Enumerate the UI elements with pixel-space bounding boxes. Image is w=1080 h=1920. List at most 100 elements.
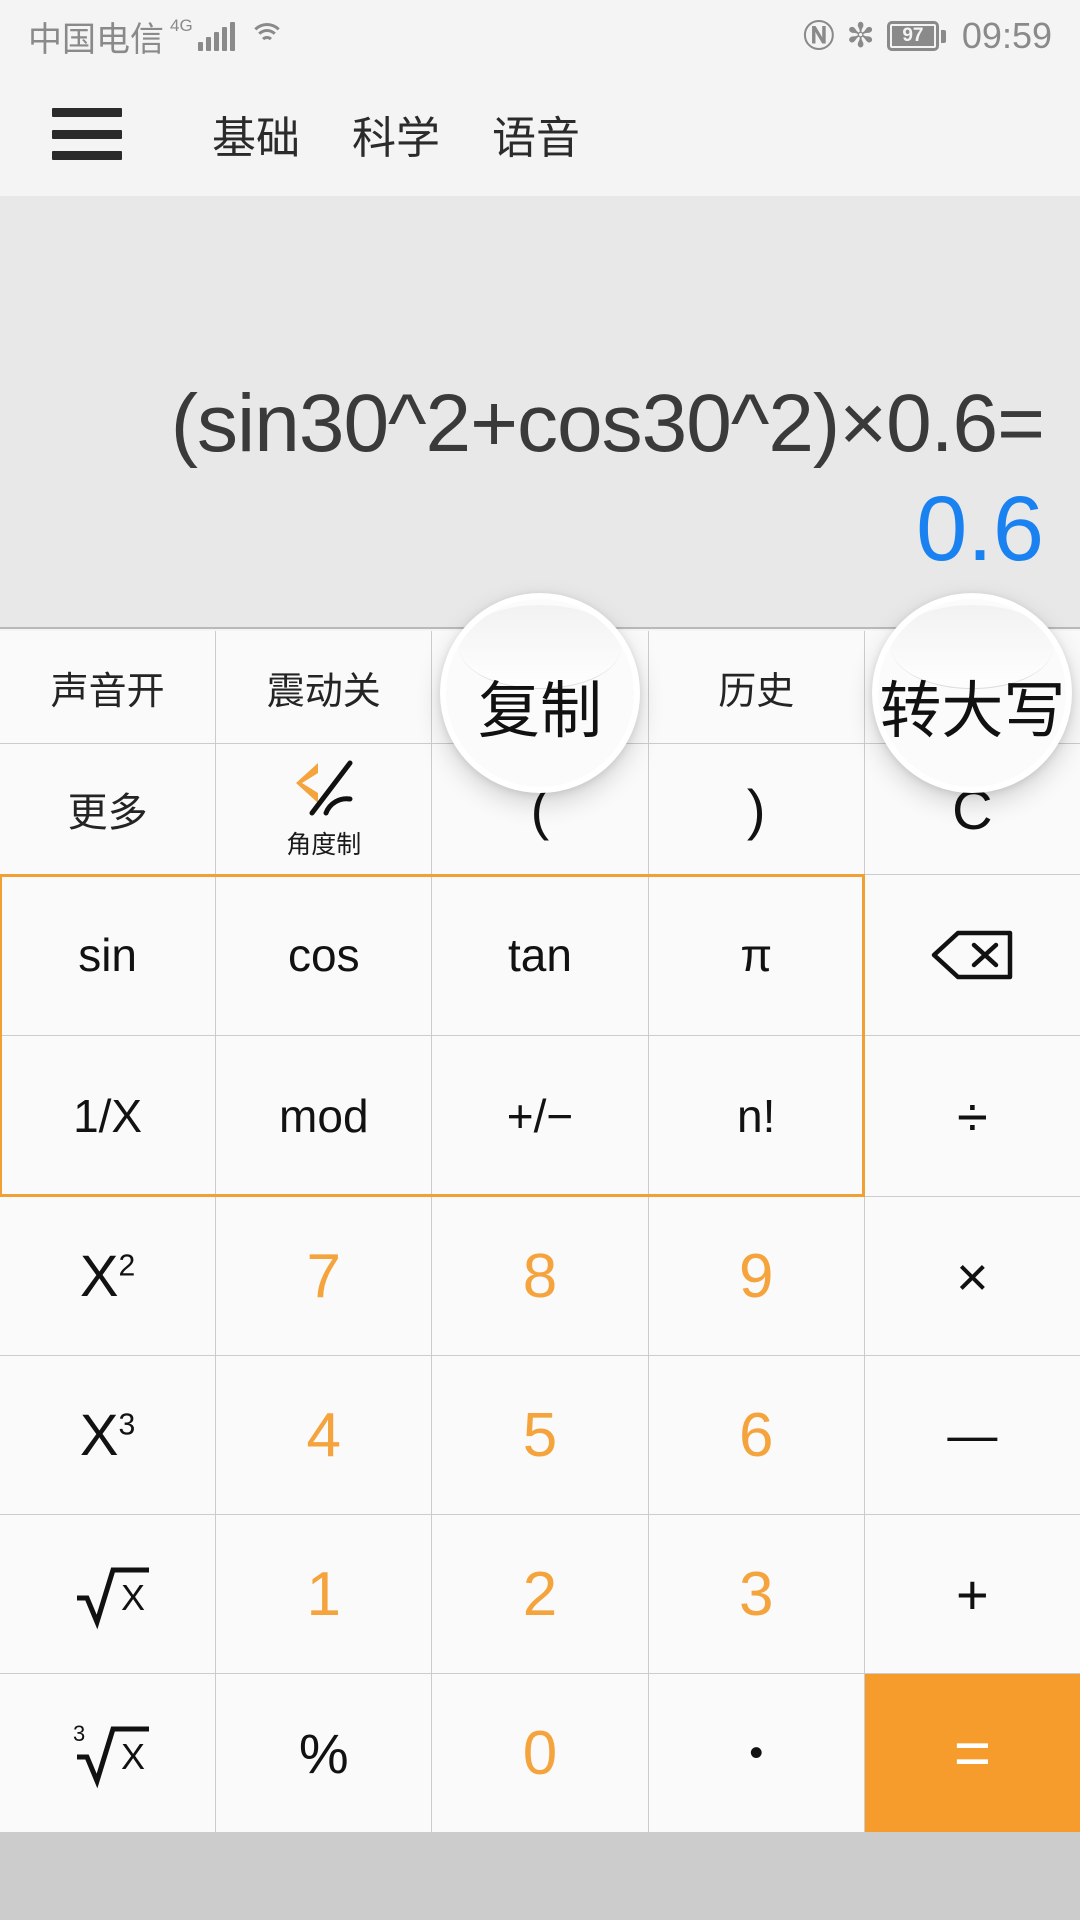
sign-toggle-key[interactable]: +/−	[432, 1036, 648, 1196]
square-key[interactable]: X2x²	[0, 1197, 216, 1355]
angle-mode-label: 角度制	[286, 831, 362, 859]
key-label: X2	[79, 1243, 136, 1309]
sin-key[interactable]: sin	[0, 875, 216, 1035]
key-label: 声音开	[50, 670, 165, 713]
keypad-grid: 声音开震动关复制历史转大写更多角度制()Csincostanπ⌫1/Xmod+/…	[0, 631, 1080, 1920]
battery-icon: 97	[886, 21, 946, 51]
key-label: 0	[522, 1718, 558, 1788]
backspace-key[interactable]: ⌫	[864, 875, 1080, 1035]
key-label: •	[749, 1730, 764, 1775]
battery-percent-label: 97	[891, 25, 934, 46]
key-label: —	[947, 1407, 998, 1463]
key-label: 震动关	[266, 670, 381, 713]
key-label: X3	[79, 1402, 136, 1468]
result-text: 0.6	[916, 478, 1044, 580]
history-button[interactable]: 历史	[648, 631, 864, 743]
key-label: 1	[306, 1559, 342, 1629]
key-label: 1/X	[73, 1090, 143, 1142]
tab-scientific[interactable]: 科学	[326, 72, 466, 196]
magnifier-to-uppercase-label: 转大写	[879, 677, 1066, 746]
tab-basic[interactable]: 基础	[186, 72, 326, 196]
radical-icon: X3	[73, 1721, 149, 1789]
plus-key[interactable]: +	[864, 1515, 1080, 1673]
expression-text: (sin30^2+cos30^2)×0.6=	[170, 378, 1045, 469]
wifi-icon	[248, 21, 285, 51]
clock-label: 09:59	[961, 15, 1052, 56]
key-label: %	[298, 1721, 349, 1785]
key-label: 7	[306, 1241, 342, 1311]
key-label: =	[953, 1717, 992, 1789]
divide-key[interactable]: ÷	[864, 1036, 1080, 1196]
key-label: π	[740, 929, 773, 981]
nfc-icon: Ⓝ	[803, 18, 835, 54]
factorial-key[interactable]: n!	[648, 1036, 864, 1196]
digit-4-key[interactable]: 4	[216, 1356, 432, 1514]
pi-key[interactable]: π	[648, 875, 864, 1035]
radical-icon: X	[76, 1567, 149, 1630]
key-label: 9	[738, 1241, 774, 1311]
key-label: +/−	[506, 1090, 574, 1142]
status-bar-left: 中国电信 4G	[28, 12, 285, 61]
key-label: 5	[522, 1400, 558, 1470]
sound-toggle[interactable]: 声音开	[0, 631, 216, 743]
key-label: sin	[78, 929, 137, 981]
percent-key[interactable]: %	[216, 1674, 432, 1832]
reciprocal-key[interactable]: 1/X	[0, 1036, 216, 1196]
key-label: 4	[306, 1400, 342, 1470]
svg-text:X: X	[121, 1736, 145, 1777]
digit-1-key[interactable]: 1	[216, 1515, 432, 1673]
key-label: ÷	[957, 1084, 988, 1148]
backspace-icon	[932, 930, 1013, 980]
cos-key[interactable]: cos	[216, 875, 432, 1035]
key-label: )	[746, 777, 766, 841]
tab-bar: 基础 科学 语音	[0, 72, 1080, 196]
key-label: n!	[737, 1090, 776, 1142]
bluetooth-icon: ✼	[846, 17, 875, 55]
angle-mode-button[interactable]: 角度制	[216, 744, 432, 874]
angle-glyph-icon	[295, 760, 353, 816]
digit-0-key[interactable]: 0	[432, 1674, 648, 1832]
network-type-label: 4G	[170, 16, 193, 35]
key-label: 6	[738, 1400, 774, 1470]
status-bar: 中国电信 4G Ⓝ ✼ 97 09:59	[0, 0, 1080, 72]
key-label: 8	[522, 1241, 558, 1311]
square-root-key[interactable]: X√x	[0, 1515, 216, 1673]
decimal-point-key[interactable]: •	[648, 1674, 864, 1832]
key-label: tan	[508, 929, 572, 981]
more-button[interactable]: 更多	[0, 744, 216, 874]
digit-3-key[interactable]: 3	[648, 1515, 864, 1673]
key-label: cos	[287, 929, 360, 981]
vibrate-toggle[interactable]: 震动关	[216, 631, 432, 743]
angle-mode-icon: 角度制	[286, 757, 361, 861]
magnifier-copy[interactable]: 复制	[439, 593, 640, 793]
cube-root-key[interactable]: X3∛x	[0, 1674, 216, 1832]
multiply-key[interactable]: ×	[864, 1197, 1080, 1355]
signal-bars-icon	[197, 21, 235, 51]
hamburger-menu-icon[interactable]	[52, 108, 122, 160]
key-label: 历史	[718, 670, 795, 713]
key-label: ×	[956, 1244, 989, 1308]
digit-7-key[interactable]: 7	[216, 1197, 432, 1355]
right-paren-key[interactable]: )	[648, 744, 864, 874]
digit-6-key[interactable]: 6	[648, 1356, 864, 1514]
digit-2-key[interactable]: 2	[432, 1515, 648, 1673]
digit-5-key[interactable]: 5	[432, 1356, 648, 1514]
key-label: 2	[522, 1559, 558, 1629]
key-label: mod	[279, 1090, 369, 1142]
cube-key[interactable]: X3x³	[0, 1356, 216, 1514]
calculator-display[interactable]: (sin30^2+cos30^2)×0.6= 0.6	[0, 196, 1080, 629]
tab-voice[interactable]: 语音	[466, 72, 606, 196]
mod-key[interactable]: mod	[216, 1036, 432, 1196]
digit-8-key[interactable]: 8	[432, 1197, 648, 1355]
equals-key[interactable]: =	[864, 1674, 1080, 1832]
minus-key[interactable]: —	[864, 1356, 1080, 1514]
svg-text:X: X	[121, 1577, 145, 1618]
key-label: +	[956, 1562, 989, 1626]
digit-9-key[interactable]: 9	[648, 1197, 864, 1355]
status-bar-right: Ⓝ ✼ 97 09:59	[803, 15, 1052, 57]
tan-key[interactable]: tan	[432, 875, 648, 1035]
magnifier-to-uppercase[interactable]: 转大写	[872, 593, 1073, 793]
carrier-label: 中国电信	[28, 20, 164, 59]
key-label: 3	[738, 1559, 774, 1629]
svg-text:3: 3	[73, 1721, 85, 1746]
